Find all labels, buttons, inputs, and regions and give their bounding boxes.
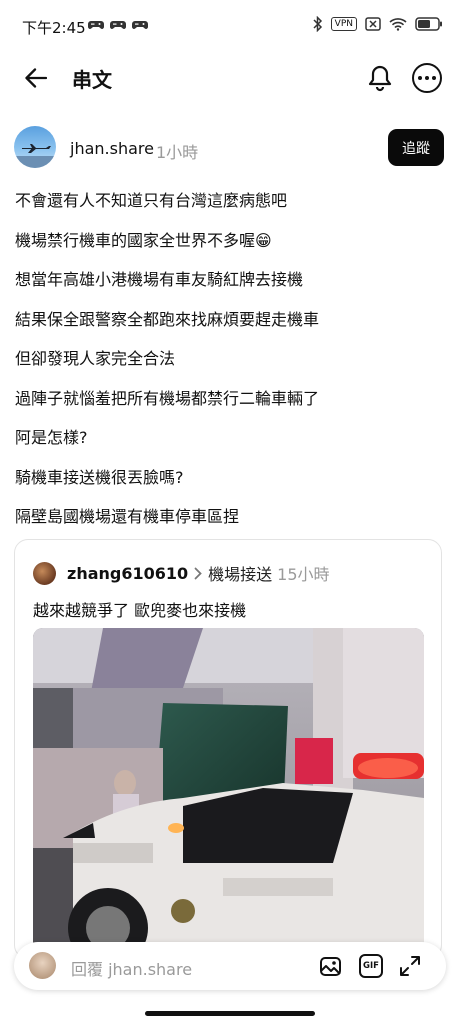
expand-composer-button[interactable] — [397, 953, 423, 979]
quoted-author-username[interactable]: zhang610610 — [67, 564, 188, 583]
quoted-topic-tag[interactable]: 機場接送 — [208, 561, 272, 585]
post-text-line: 阿是怎樣? — [15, 428, 88, 447]
status-bar: 下午2:45 VPN — [0, 0, 461, 54]
status-time: 下午2:45 — [22, 19, 86, 37]
post-author-row: jhan.share 1小時 追蹤 — [14, 126, 444, 170]
quoted-post-text: 越來越競爭了 歐兜麥也來接機 — [33, 601, 247, 620]
arrow-left-icon — [25, 68, 47, 88]
post-text-line: 隔壁島國機場還有機車停車區捏 — [15, 507, 240, 526]
gamepad-icon — [132, 21, 148, 29]
more-horizontal-icon-dot — [425, 76, 429, 80]
post-text-line: 騎機車接送機很丟臉嗎? — [15, 467, 184, 487]
gif-icon: GIF — [359, 954, 383, 978]
expand-icon — [400, 956, 420, 976]
battery-icon — [415, 17, 442, 31]
chevron-right-icon — [194, 567, 202, 580]
current-user-avatar — [29, 952, 56, 979]
post-text-line: 不會還有人不知道只有台灣這麼病態吧 — [15, 191, 288, 210]
more-horizontal-icon-dot — [418, 76, 422, 80]
image-icon — [320, 957, 341, 976]
post-text-line: 結果保全跟警察全都跑來找麻煩要趕走機車 — [15, 309, 320, 329]
attach-image-button[interactable] — [317, 953, 343, 979]
gamepad-icon — [110, 21, 126, 29]
page-title: 串文 — [72, 68, 112, 92]
wifi-icon — [389, 18, 407, 31]
more-options-button[interactable] — [412, 63, 442, 93]
author-avatar[interactable] — [14, 126, 56, 168]
more-horizontal-icon-dot — [432, 76, 436, 80]
bluetooth-icon — [313, 16, 322, 32]
reply-input[interactable]: 回覆 jhan.share — [71, 956, 192, 980]
post-timestamp: 1小時 — [156, 143, 199, 162]
quoted-post-photo[interactable] — [33, 628, 424, 958]
thread-header: 串文 — [0, 54, 461, 102]
airplane-avatar-image — [14, 144, 56, 168]
quoted-post-timestamp: 15小時 — [277, 565, 330, 584]
home-indicator[interactable] — [145, 1011, 315, 1016]
post-text-line: 過陣子就惱羞把所有機場都禁行二輪車輛了 — [15, 388, 320, 408]
status-notification-icons — [88, 18, 148, 32]
status-system-icons: VPN — [313, 16, 443, 32]
notifications-button[interactable] — [364, 62, 396, 94]
back-button[interactable] — [20, 63, 52, 93]
no-sim-icon — [365, 17, 381, 31]
quoted-author-avatar[interactable] — [33, 561, 56, 585]
gamepad-icon — [88, 21, 104, 29]
reply-bar: 回覆 jhan.share GIF — [14, 942, 446, 990]
police-car-photo — [33, 628, 424, 958]
post-text-line: 機場禁行機車的國家全世界不多喔😁 — [15, 230, 272, 250]
post-body: 不會還有人不知道只有台灣這麼病態吧 機場禁行機車的國家全世界不多喔😁 想當年高雄… — [15, 189, 445, 545]
quoted-post-header: zhang610610 機場接送 15小時 — [33, 560, 330, 586]
post-text-line: 想當年高雄小港機場有車友騎紅牌去接機 — [15, 270, 304, 289]
bell-icon — [368, 65, 392, 92]
follow-button[interactable]: 追蹤 — [388, 129, 444, 166]
post-text-line: 但卻發現人家完全合法 — [15, 349, 176, 368]
vpn-icon: VPN — [330, 17, 357, 31]
author-username[interactable]: jhan.share — [70, 139, 154, 158]
attach-gif-button[interactable]: GIF — [358, 953, 384, 979]
quoted-post-card[interactable]: zhang610610 機場接送 15小時 越來越競爭了 歐兜麥也來接機 — [14, 539, 442, 959]
